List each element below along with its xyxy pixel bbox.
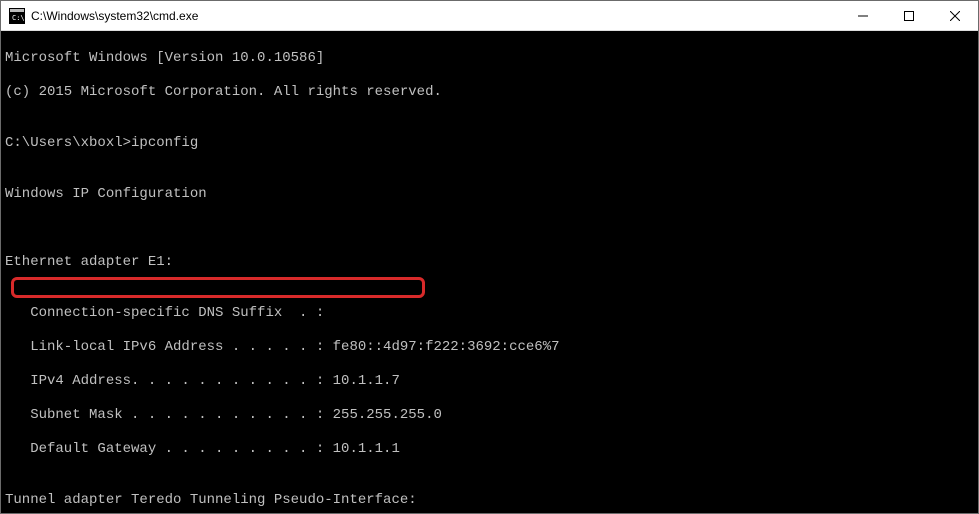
- output-line: Connection-specific DNS Suffix . :: [5, 305, 974, 322]
- close-button[interactable]: [932, 1, 978, 30]
- window-title: C:\Windows\system32\cmd.exe: [31, 9, 840, 23]
- highlight-annotation: [11, 277, 425, 298]
- output-line: Ethernet adapter E1:: [5, 254, 974, 271]
- output-line: Subnet Mask . . . . . . . . . . . : 255.…: [5, 407, 974, 424]
- cmd-icon: C:\: [9, 8, 25, 24]
- output-line: Tunnel adapter Teredo Tunneling Pseudo-I…: [5, 492, 974, 509]
- output-line: C:\Users\xboxl>ipconfig: [5, 135, 974, 152]
- titlebar[interactable]: C:\ C:\Windows\system32\cmd.exe: [1, 1, 978, 31]
- output-line: Default Gateway . . . . . . . . . : 10.1…: [5, 441, 974, 458]
- window-controls: [840, 1, 978, 30]
- output-line: (c) 2015 Microsoft Corporation. All righ…: [5, 84, 974, 101]
- maximize-button[interactable]: [886, 1, 932, 30]
- output-line: Windows IP Configuration: [5, 186, 974, 203]
- svg-text:C:\: C:\: [12, 14, 25, 22]
- output-line: Microsoft Windows [Version 10.0.10586]: [5, 50, 974, 67]
- terminal-output[interactable]: Microsoft Windows [Version 10.0.10586] (…: [1, 31, 978, 513]
- output-line: IPv4 Address. . . . . . . . . . . : 10.1…: [5, 373, 974, 390]
- minimize-button[interactable]: [840, 1, 886, 30]
- output-line: Link-local IPv6 Address . . . . . : fe80…: [5, 339, 974, 356]
- cmd-window: C:\ C:\Windows\system32\cmd.exe Microsof…: [0, 0, 979, 514]
